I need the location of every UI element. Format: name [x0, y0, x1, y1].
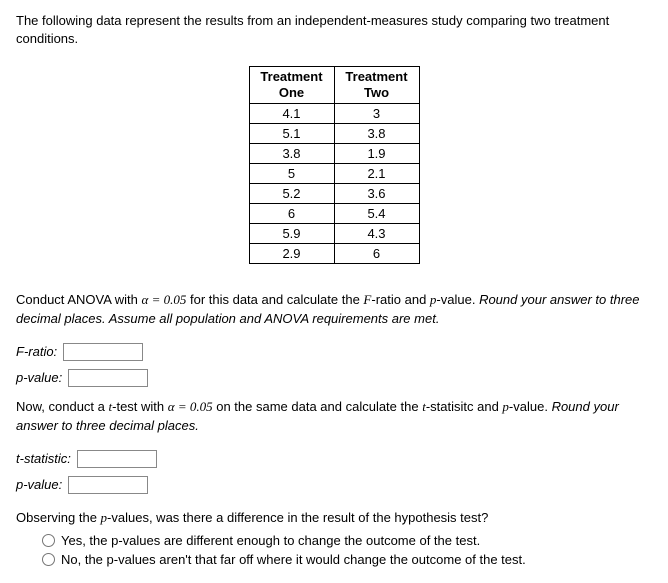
t-statistic-row: t-statistic: — [16, 450, 652, 468]
question-text: Observing the p-values, was there a diff… — [16, 508, 652, 528]
table-row: 3.81.9 — [249, 143, 419, 163]
radio-yes[interactable] — [42, 534, 55, 547]
p-value-input-2[interactable] — [68, 476, 148, 494]
table-row: 2.96 — [249, 243, 419, 263]
p-value-row-2: p-value: — [16, 476, 652, 494]
radio-no[interactable] — [42, 553, 55, 566]
p-value-row-1: p-value: — [16, 369, 652, 387]
radio-yes-label: Yes, the p-values are different enough t… — [61, 533, 480, 548]
data-table: Treatment One Treatment Two 4.13 5.13.8 … — [249, 66, 420, 263]
p-value-label-1: p-value: — [16, 370, 62, 385]
radio-option-no: No, the p-values aren't that far off whe… — [42, 552, 652, 567]
t-statistic-label: t-statistic: — [16, 451, 71, 466]
intro-text: The following data represent the results… — [16, 12, 652, 48]
p-value-input-1[interactable] — [68, 369, 148, 387]
radio-option-yes: Yes, the p-values are different enough t… — [42, 533, 652, 548]
anova-instruction: Conduct ANOVA with α = 0.05 for this dat… — [16, 290, 652, 329]
t-statistic-input[interactable] — [77, 450, 157, 468]
data-body: 4.13 5.13.8 3.81.9 52.1 5.23.6 65.4 5.94… — [249, 103, 419, 263]
col-header-1: Treatment One — [249, 67, 334, 103]
table-row: 65.4 — [249, 203, 419, 223]
table-row: 4.13 — [249, 103, 419, 123]
table-row: 52.1 — [249, 163, 419, 183]
data-table-container: Treatment One Treatment Two 4.13 5.13.8 … — [16, 66, 652, 263]
table-row: 5.13.8 — [249, 123, 419, 143]
ttest-instruction: Now, conduct a t-test with α = 0.05 on t… — [16, 397, 652, 436]
f-ratio-input[interactable] — [63, 343, 143, 361]
table-row: 5.23.6 — [249, 183, 419, 203]
table-row: 5.94.3 — [249, 223, 419, 243]
f-ratio-label: F-ratio: — [16, 344, 57, 359]
col-header-2: Treatment Two — [334, 67, 419, 103]
p-value-label-2: p-value: — [16, 477, 62, 492]
radio-no-label: No, the p-values aren't that far off whe… — [61, 552, 526, 567]
f-ratio-row: F-ratio: — [16, 343, 652, 361]
radio-group: Yes, the p-values are different enough t… — [16, 533, 652, 567]
